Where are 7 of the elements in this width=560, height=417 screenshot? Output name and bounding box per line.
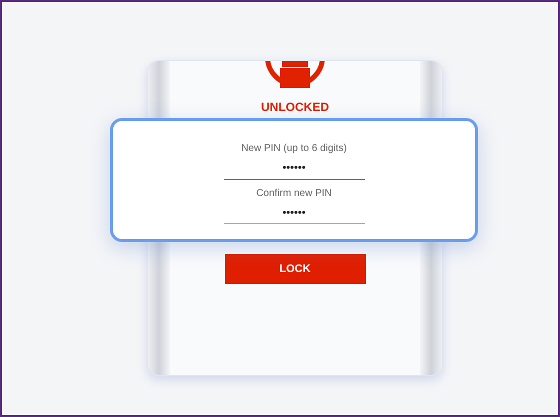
pin-field[interactable]: •••••• — [224, 204, 364, 224]
lock-icon — [264, 61, 326, 88]
status-label: UNLOCKED — [261, 99, 329, 116]
field-label: New PIN (up to 6 digits) — [241, 142, 347, 156]
pin-field[interactable]: •••••• — [224, 160, 364, 180]
lock-button[interactable]: LOCK — [224, 254, 366, 284]
field-label: Confirm new PIN — [256, 186, 332, 200]
